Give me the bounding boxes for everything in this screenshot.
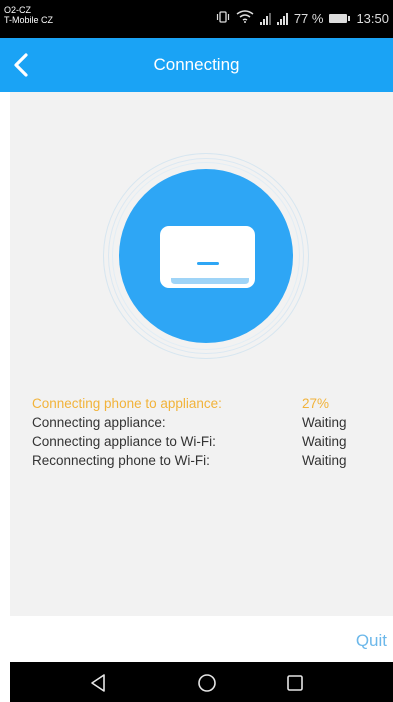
step-label: Connecting appliance to Wi-Fi:	[32, 434, 216, 449]
step-row: Connecting appliance: Waiting	[32, 413, 362, 432]
connection-steps: Connecting phone to appliance: 27% Connect…	[32, 394, 362, 470]
appliance-circle	[119, 169, 293, 343]
step-status: 27%	[302, 396, 330, 411]
vibrate-icon	[216, 10, 230, 27]
square-recents-icon	[284, 675, 306, 698]
step-status: Waiting	[302, 453, 347, 468]
quit-button[interactable]: Quit	[356, 631, 387, 651]
signal-icon-sim1	[259, 12, 271, 25]
triangle-back-icon	[88, 674, 110, 698]
step-label: Connecting phone to appliance:	[32, 396, 222, 411]
step-label: Reconnecting phone to Wi-Fi:	[32, 453, 210, 468]
step-row: Connecting appliance to Wi-Fi: Waiting	[32, 432, 362, 451]
nav-back-button[interactable]	[88, 672, 110, 694]
status-icons: 77 % 13:50	[216, 10, 389, 27]
navigation-bar	[10, 662, 393, 702]
signal-icon-sim2	[276, 12, 288, 25]
step-label: Connecting appliance:	[32, 415, 166, 430]
battery-icon	[329, 14, 351, 23]
carrier-name-primary: O2-CZ	[4, 5, 31, 15]
carrier-name-secondary: T-Mobile CZ	[4, 15, 54, 25]
circle-home-icon	[196, 674, 218, 698]
clock: 13:50	[356, 10, 389, 26]
battery-percent: 77 %	[293, 10, 324, 26]
step-status: Waiting	[302, 434, 347, 449]
step-row: Reconnecting phone to Wi-Fi: Waiting	[32, 451, 362, 470]
status-bar: O2-CZ T-Mobile CZ 77 % 13:50	[0, 0, 393, 38]
nav-home-button[interactable]	[196, 672, 218, 694]
step-status: Waiting	[302, 415, 347, 430]
nav-recents-button[interactable]	[284, 672, 306, 694]
app-bar: Connecting	[0, 38, 393, 92]
step-row: Connecting phone to appliance: 27%	[32, 394, 362, 413]
page-title: Connecting	[153, 55, 240, 74]
wifi-icon	[236, 10, 254, 27]
connection-panel: Connecting phone to appliance: 27% Connect…	[10, 92, 393, 616]
